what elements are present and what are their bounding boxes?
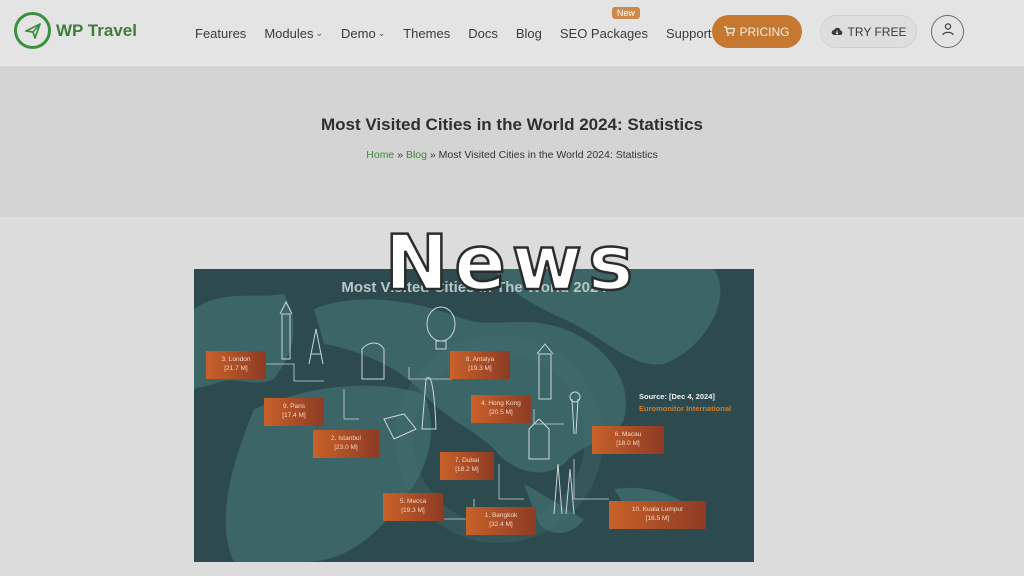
new-badge: New — [611, 6, 640, 19]
city-value: [18.2 M] — [455, 466, 479, 473]
city-value: [21.7 M] — [224, 365, 248, 372]
news-watermark: News — [383, 218, 640, 307]
nav-label: Themes — [403, 25, 451, 41]
nav-label: Blog — [515, 25, 542, 41]
city-value: [19.3 M] — [468, 365, 492, 372]
city-value: [16.5 M] — [645, 515, 670, 522]
breadcrumb-current: Most Visited Cities in the World 2024: S… — [438, 149, 658, 161]
nav-label: SEO Packages — [559, 25, 649, 41]
city-label-dubai: 7. Dubai [18.2 M] — [440, 452, 494, 480]
breadcrumb: Home » Blog » Most Visited Cities in the… — [0, 149, 1024, 161]
pricing-label: PRICING — [739, 24, 790, 39]
paper-plane-icon — [14, 12, 51, 49]
nav-demo[interactable]: Demo ⌄ — [341, 26, 385, 41]
page-title: Most Visited Cities in the World 2024: S… — [321, 115, 703, 134]
city-label-kuala-lumpur: 10. Kuala Lumpur [16.5 M] — [609, 501, 706, 529]
city-rank: 3. London — [221, 356, 251, 363]
nav-features[interactable]: Features — [195, 26, 246, 41]
city-label-macau: 6. Macau [18.0 M] — [592, 426, 664, 454]
nav-label: Modules — [264, 25, 314, 41]
city-rank: 5. Mecca — [399, 498, 427, 505]
city-label-istanbul: 2. Istanbul [23.0 M] — [313, 430, 379, 458]
city-rank: 10. Kuala Lumpur — [631, 506, 684, 513]
city-rank: 6. Macau — [614, 431, 642, 438]
city-label-bangkok: 1. Bangkok [32.4 M] — [466, 507, 536, 535]
pricing-button[interactable]: PRICING — [712, 15, 802, 48]
user-icon — [941, 22, 955, 41]
city-value: [20.5 M] — [489, 409, 513, 416]
nav-modules[interactable]: Modules ⌄ — [264, 26, 323, 41]
featured-infographic[interactable]: Most Visited Cities in The World 2024 3.… — [194, 269, 754, 562]
breadcrumb-home-link[interactable]: Home — [366, 149, 394, 161]
infographic-source: Source: [Dec 4, 2024] Euromonitor Intern… — [639, 392, 731, 413]
city-value: [32.4 M] — [489, 521, 513, 528]
nav-themes[interactable]: Themes — [403, 26, 450, 41]
nav-label: Support — [666, 25, 712, 41]
breadcrumb-separator: » — [426, 149, 439, 161]
try-free-label: TRY FREE — [847, 24, 907, 39]
logo-text: WP Travel — [56, 20, 137, 40]
source-label: Source: [Dec 4, 2024] — [639, 392, 715, 401]
site-logo[interactable]: WP Travel — [14, 12, 137, 49]
city-label-london: 3. London [21.7 M] — [206, 351, 266, 379]
nav-label: Features — [195, 25, 247, 41]
source-name: Euromonitor International — [639, 404, 732, 413]
nav-seo-packages[interactable]: SEO Packages New — [559, 6, 649, 41]
nav-docs[interactable]: Docs — [468, 26, 498, 41]
city-value: [19.3 M] — [401, 507, 425, 514]
city-label-antalya: 8. Antalya [19.3 M] — [450, 351, 510, 379]
city-rank: 9. Paris — [282, 403, 306, 410]
city-label-paris: 9. Paris [17.4 M] — [264, 398, 324, 426]
city-label-mecca: 5. Mecca [19.3 M] — [383, 493, 443, 521]
city-value: [17.4 M] — [282, 412, 306, 419]
city-rank: 2. Istanbul — [331, 435, 361, 442]
city-rank: 4. Hong Kong — [481, 400, 521, 407]
cloud-download-icon — [831, 25, 843, 39]
cart-icon — [724, 25, 736, 39]
site-header: WP Travel Features Modules ⌄ Demo ⌄ Themes… — [0, 0, 1024, 66]
account-button[interactable] — [931, 15, 964, 48]
main-nav: Features Modules ⌄ Demo ⌄ Themes Docs Blog… — [195, 0, 739, 66]
city-label-hong-kong: 4. Hong Kong [20.5 M] — [471, 395, 531, 423]
city-rank: 1. Bangkok — [484, 512, 518, 519]
city-value: [23.0 M] — [334, 444, 358, 451]
chevron-down-icon: ⌄ — [315, 27, 323, 38]
city-rank: 7. Dubai — [454, 457, 480, 464]
try-free-button[interactable]: TRY FREE — [820, 15, 917, 48]
nav-label: Demo — [341, 25, 376, 41]
city-rank: 8. Antalya — [465, 356, 495, 363]
nav-blog[interactable]: Blog — [516, 26, 542, 41]
page-hero: Most Visited Cities in the World 2024: S… — [0, 66, 1024, 217]
breadcrumb-separator: » — [394, 149, 406, 161]
chevron-down-icon: ⌄ — [377, 27, 386, 38]
breadcrumb-blog-link[interactable]: Blog — [406, 149, 427, 161]
nav-label: Docs — [468, 25, 498, 41]
city-value: [18.0 M] — [616, 440, 640, 447]
